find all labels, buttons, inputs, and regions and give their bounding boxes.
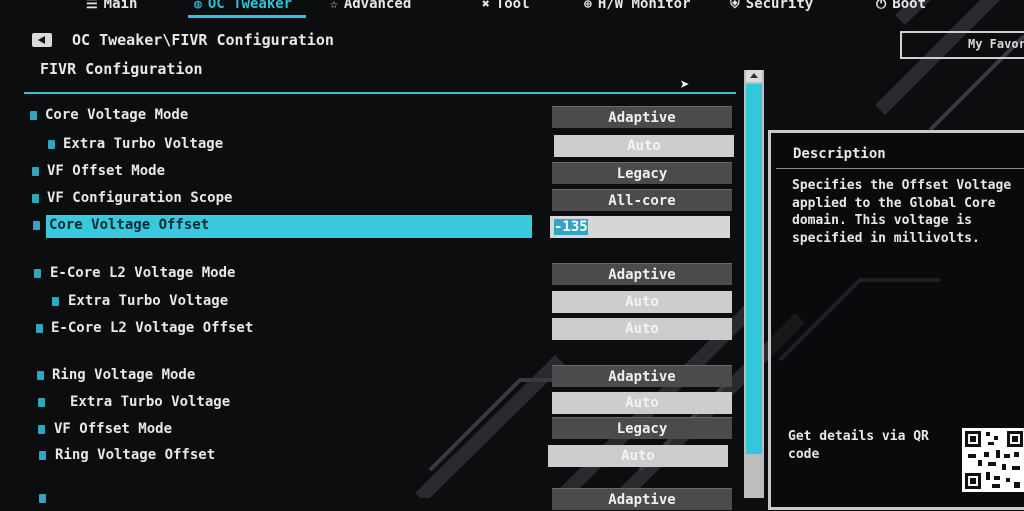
star-icon: ☆	[330, 0, 338, 12]
item-marker-icon	[39, 494, 46, 503]
setting-value-button[interactable]: Auto	[552, 318, 732, 340]
setting-value-button[interactable]: Adaptive	[552, 488, 732, 510]
item-marker-icon	[38, 425, 45, 434]
scrollbar-thumb[interactable]	[746, 84, 762, 454]
top-navigation: ☰ Main ◍ OC Tweaker ☆ Advanced ✖ Tool ⊕ H/W M…	[0, 0, 1024, 20]
item-marker-icon	[30, 111, 37, 120]
setting-value-button[interactable]: Auto	[548, 445, 728, 467]
scroll-up-button[interactable]	[746, 70, 762, 82]
setting-core-voltage-mode[interactable]: Core Voltage Mode Adaptive	[0, 105, 740, 128]
core-voltage-offset-input[interactable]: -135	[550, 216, 730, 238]
setting-ring-voltage-offset[interactable]: Ring Voltage Offset Auto	[0, 445, 740, 467]
setting-label: E-Core L2 Voltage Mode	[50, 265, 236, 281]
setting-value-button[interactable]: Legacy	[552, 417, 732, 439]
monitor-icon: ⊕	[584, 0, 592, 12]
active-tab-indicator	[188, 15, 306, 18]
setting-label: Ring Voltage Offset	[55, 447, 216, 463]
item-marker-icon	[34, 269, 41, 278]
setting-value-button[interactable]: Adaptive	[552, 106, 732, 128]
section-title: FIVR Configuration	[40, 60, 203, 78]
setting-label: VF Offset Mode	[47, 163, 166, 179]
setting-label: Extra Turbo Voltage	[63, 136, 224, 152]
setting-value-button[interactable]: All-core	[552, 189, 732, 211]
qr-caption: Get details via QR code	[788, 429, 929, 462]
setting-label: Ring Voltage Mode	[52, 367, 196, 383]
tab-main[interactable]: ☰ Main	[86, 0, 137, 12]
shield-icon: ⛨	[730, 0, 740, 12]
tab-security[interactable]: ⛨ Security	[730, 0, 813, 12]
setting-ecore-l2-voltage-offset[interactable]: E-Core L2 Voltage Offset Auto	[0, 318, 740, 340]
setting-value-button[interactable]: Adaptive	[552, 365, 732, 387]
breadcrumb: OC Tweaker\FIVR Configuration	[72, 31, 334, 49]
setting-value-button[interactable]: Auto	[552, 291, 732, 313]
tools-icon: ✖	[482, 0, 490, 12]
tab-tool[interactable]: ✖ Tool	[482, 0, 530, 12]
setting-label: Core Voltage Mode	[45, 107, 189, 123]
setting-extra-turbo-voltage[interactable]: Extra Turbo Voltage Auto	[0, 392, 740, 414]
setting-label: Extra Turbo Voltage	[70, 394, 231, 410]
tab-hw-monitor[interactable]: ⊕ H/W Monitor	[584, 0, 691, 12]
tab-boot[interactable]: ⏻ Boot	[876, 0, 926, 12]
setting-extra-turbo-voltage[interactable]: Extra Turbo Voltage Auto	[0, 291, 740, 313]
setting-vf-offset-mode[interactable]: VF Offset Mode Legacy	[0, 417, 740, 441]
setting-value-button[interactable]: Auto	[554, 135, 734, 157]
setting-ecore-l2-voltage-mode[interactable]: E-Core L2 Voltage Mode Adaptive	[0, 263, 740, 285]
section-divider	[24, 92, 736, 94]
setting-label: E-Core L2 Voltage Offset	[51, 320, 254, 336]
setting-label: Extra Turbo Voltage	[68, 293, 229, 309]
description-text: Specifies the Offset Voltage applied to …	[792, 178, 1012, 246]
mouse-cursor-icon: ➤	[680, 75, 690, 94]
input-text: -135	[554, 219, 588, 235]
tab-oc-tweaker[interactable]: ◍ OC Tweaker	[194, 0, 292, 12]
setting-core-voltage-offset[interactable]: Core Voltage Offset -135	[0, 215, 740, 238]
back-button[interactable]	[32, 33, 52, 47]
setting-vf-offset-mode[interactable]: VF Offset Mode Legacy	[0, 161, 740, 184]
item-marker-icon	[36, 324, 43, 333]
list-icon: ☰	[86, 0, 98, 12]
setting-vf-configuration-scope[interactable]: VF Configuration Scope All-core	[0, 188, 740, 211]
setting-label: Core Voltage Offset	[49, 217, 210, 233]
setting-ring-voltage-mode[interactable]: Ring Voltage Mode Adaptive	[0, 365, 740, 387]
description-divider	[776, 168, 1024, 169]
description-title: Description	[793, 146, 886, 162]
item-marker-icon	[39, 451, 46, 460]
gauge-icon: ◍	[194, 0, 202, 12]
setting-partial-row[interactable]: Adaptive	[0, 488, 740, 510]
item-marker-icon	[33, 221, 40, 230]
tab-advanced[interactable]: ☆ Advanced	[330, 0, 411, 12]
setting-value-button[interactable]: Adaptive	[552, 263, 732, 285]
setting-label: VF Offset Mode	[54, 421, 173, 437]
item-marker-icon	[52, 297, 59, 306]
item-marker-icon	[32, 167, 39, 176]
setting-value-button[interactable]: Auto	[552, 392, 732, 414]
setting-value-button[interactable]: Legacy	[552, 162, 732, 184]
power-icon: ⏻	[876, 0, 887, 12]
favorites-label: My Favor	[968, 37, 1024, 51]
item-marker-icon	[48, 140, 55, 149]
item-marker-icon	[32, 194, 39, 203]
setting-label: VF Configuration Scope	[47, 190, 233, 206]
item-marker-icon	[37, 371, 44, 380]
qr-code-icon	[962, 428, 1024, 492]
item-marker-icon	[38, 398, 45, 407]
setting-extra-turbo-voltage[interactable]: Extra Turbo Voltage Auto	[0, 134, 740, 157]
